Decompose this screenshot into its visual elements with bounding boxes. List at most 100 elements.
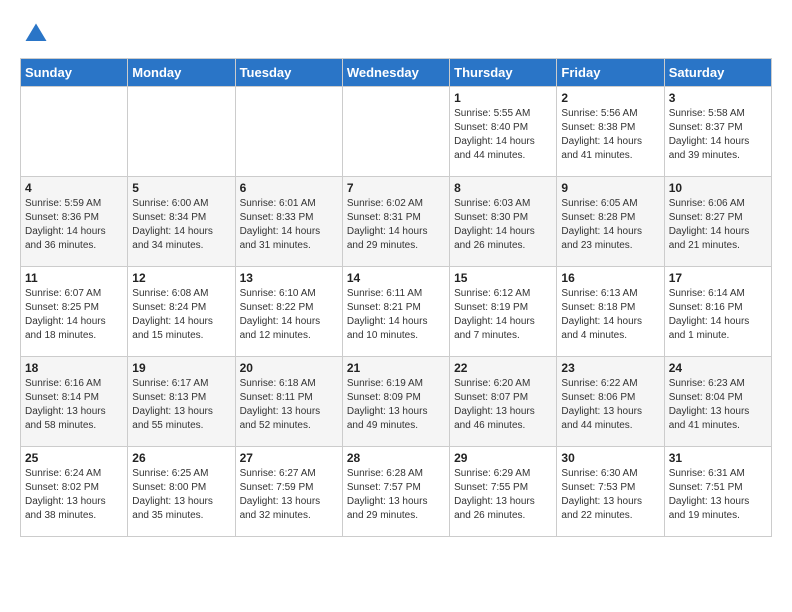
day-info: Sunrise: 6:03 AM Sunset: 8:30 PM Dayligh… bbox=[454, 197, 552, 253]
calendar-cell bbox=[21, 87, 128, 177]
day-info: Sunrise: 5:56 AM Sunset: 8:38 PM Dayligh… bbox=[561, 107, 659, 163]
calendar-cell: 22 Sunrise: 6:20 AM Sunset: 8:07 PM Dayli… bbox=[450, 357, 557, 447]
calendar-cell: 7Sunrise: 6:02 AM Sunset: 8:31 PM Daylig… bbox=[342, 177, 449, 267]
day-info: Sunrise: 5:58 AM Sunset: 8:37 PM Dayligh… bbox=[669, 107, 767, 163]
day-number: 18 bbox=[25, 361, 123, 375]
day-info: Sunrise: 6:12 AM Sunset: 8:19 PM Dayligh… bbox=[454, 287, 552, 343]
calendar-cell: 17 Sunrise: 6:14 AM Sunset: 8:16 PM Dayli… bbox=[664, 267, 771, 357]
page-header bbox=[20, 20, 772, 48]
calendar-cell: 1 Sunrise: 5:55 AM Sunset: 8:40 PM Daylig… bbox=[450, 87, 557, 177]
day-info: Sunrise: 6:30 AM Sunset: 7:53 PM Dayligh… bbox=[561, 467, 659, 523]
day-info: Sunrise: 6:10 AM Sunset: 8:22 PM Dayligh… bbox=[240, 287, 338, 343]
day-info: Sunrise: 6:07 AM Sunset: 8:25 PM Dayligh… bbox=[25, 287, 123, 343]
weekday-header-thursday: Thursday bbox=[450, 59, 557, 87]
day-number: 7 bbox=[347, 181, 445, 195]
day-info: Sunrise: 6:05 AM Sunset: 8:28 PM Dayligh… bbox=[561, 197, 659, 253]
calendar-cell: 2 Sunrise: 5:56 AM Sunset: 8:38 PM Daylig… bbox=[557, 87, 664, 177]
day-number: 20 bbox=[240, 361, 338, 375]
day-info: Sunrise: 6:27 AM Sunset: 7:59 PM Dayligh… bbox=[240, 467, 338, 523]
day-number: 17 bbox=[669, 271, 767, 285]
day-number: 2 bbox=[561, 91, 659, 105]
logo bbox=[20, 20, 50, 48]
weekday-header-saturday: Saturday bbox=[664, 59, 771, 87]
day-number: 1 bbox=[454, 91, 552, 105]
calendar-cell: 8Sunrise: 6:03 AM Sunset: 8:30 PM Daylig… bbox=[450, 177, 557, 267]
calendar-cell: 16Sunrise: 6:13 AM Sunset: 8:18 PM Dayli… bbox=[557, 267, 664, 357]
calendar-cell: 10 Sunrise: 6:06 AM Sunset: 8:27 PM Dayli… bbox=[664, 177, 771, 267]
day-info: Sunrise: 6:00 AM Sunset: 8:34 PM Dayligh… bbox=[132, 197, 230, 253]
day-info: Sunrise: 6:01 AM Sunset: 8:33 PM Dayligh… bbox=[240, 197, 338, 253]
day-number: 19 bbox=[132, 361, 230, 375]
day-number: 10 bbox=[669, 181, 767, 195]
day-info: Sunrise: 6:31 AM Sunset: 7:51 PM Dayligh… bbox=[669, 467, 767, 523]
day-number: 15 bbox=[454, 271, 552, 285]
day-info: Sunrise: 5:55 AM Sunset: 8:40 PM Dayligh… bbox=[454, 107, 552, 163]
day-number: 22 bbox=[454, 361, 552, 375]
calendar-table: SundayMondayTuesdayWednesdayThursdayFrid… bbox=[20, 58, 772, 537]
weekday-header-monday: Monday bbox=[128, 59, 235, 87]
day-info: Sunrise: 6:11 AM Sunset: 8:21 PM Dayligh… bbox=[347, 287, 445, 343]
weekday-header-sunday: Sunday bbox=[21, 59, 128, 87]
day-info: Sunrise: 6:25 AM Sunset: 8:00 PM Dayligh… bbox=[132, 467, 230, 523]
calendar-cell: 6 Sunrise: 6:01 AM Sunset: 8:33 PM Daylig… bbox=[235, 177, 342, 267]
day-number: 27 bbox=[240, 451, 338, 465]
day-number: 28 bbox=[347, 451, 445, 465]
calendar-cell bbox=[128, 87, 235, 177]
day-number: 26 bbox=[132, 451, 230, 465]
day-number: 31 bbox=[669, 451, 767, 465]
weekday-header-row: SundayMondayTuesdayWednesdayThursdayFrid… bbox=[21, 59, 772, 87]
day-number: 25 bbox=[25, 451, 123, 465]
calendar-cell: 5Sunrise: 6:00 AM Sunset: 8:34 PM Daylig… bbox=[128, 177, 235, 267]
calendar-cell bbox=[342, 87, 449, 177]
day-info: Sunrise: 6:28 AM Sunset: 7:57 PM Dayligh… bbox=[347, 467, 445, 523]
day-number: 14 bbox=[347, 271, 445, 285]
day-info: Sunrise: 6:16 AM Sunset: 8:14 PM Dayligh… bbox=[25, 377, 123, 433]
calendar-cell: 25 Sunrise: 6:24 AM Sunset: 8:02 PM Dayli… bbox=[21, 447, 128, 537]
calendar-cell: 3 Sunrise: 5:58 AM Sunset: 8:37 PM Daylig… bbox=[664, 87, 771, 177]
calendar-cell: 11Sunrise: 6:07 AM Sunset: 8:25 PM Dayli… bbox=[21, 267, 128, 357]
calendar-week-3: 11Sunrise: 6:07 AM Sunset: 8:25 PM Dayli… bbox=[21, 267, 772, 357]
weekday-header-friday: Friday bbox=[557, 59, 664, 87]
calendar-cell bbox=[235, 87, 342, 177]
calendar-cell: 19 Sunrise: 6:17 AM Sunset: 8:13 PM Dayli… bbox=[128, 357, 235, 447]
calendar-week-1: 1 Sunrise: 5:55 AM Sunset: 8:40 PM Daylig… bbox=[21, 87, 772, 177]
day-info: Sunrise: 6:18 AM Sunset: 8:11 PM Dayligh… bbox=[240, 377, 338, 433]
day-info: Sunrise: 6:19 AM Sunset: 8:09 PM Dayligh… bbox=[347, 377, 445, 433]
day-info: Sunrise: 6:14 AM Sunset: 8:16 PM Dayligh… bbox=[669, 287, 767, 343]
calendar-cell: 26 Sunrise: 6:25 AM Sunset: 8:00 PM Dayli… bbox=[128, 447, 235, 537]
day-info: Sunrise: 6:23 AM Sunset: 8:04 PM Dayligh… bbox=[669, 377, 767, 433]
calendar-cell: 4Sunrise: 5:59 AM Sunset: 8:36 PM Daylig… bbox=[21, 177, 128, 267]
day-number: 13 bbox=[240, 271, 338, 285]
calendar-cell: 30Sunrise: 6:30 AM Sunset: 7:53 PM Dayli… bbox=[557, 447, 664, 537]
day-info: Sunrise: 6:24 AM Sunset: 8:02 PM Dayligh… bbox=[25, 467, 123, 523]
calendar-week-5: 25 Sunrise: 6:24 AM Sunset: 8:02 PM Dayli… bbox=[21, 447, 772, 537]
calendar-cell: 18 Sunrise: 6:16 AM Sunset: 8:14 PM Dayli… bbox=[21, 357, 128, 447]
day-number: 21 bbox=[347, 361, 445, 375]
day-number: 4 bbox=[25, 181, 123, 195]
calendar-cell: 31 Sunrise: 6:31 AM Sunset: 7:51 PM Dayli… bbox=[664, 447, 771, 537]
calendar-body: 1 Sunrise: 5:55 AM Sunset: 8:40 PM Daylig… bbox=[21, 87, 772, 537]
calendar-cell: 29 Sunrise: 6:29 AM Sunset: 7:55 PM Dayli… bbox=[450, 447, 557, 537]
calendar-cell: 23Sunrise: 6:22 AM Sunset: 8:06 PM Dayli… bbox=[557, 357, 664, 447]
day-info: Sunrise: 6:06 AM Sunset: 8:27 PM Dayligh… bbox=[669, 197, 767, 253]
day-number: 3 bbox=[669, 91, 767, 105]
day-number: 24 bbox=[669, 361, 767, 375]
calendar-cell: 9 Sunrise: 6:05 AM Sunset: 8:28 PM Daylig… bbox=[557, 177, 664, 267]
day-number: 9 bbox=[561, 181, 659, 195]
weekday-header-wednesday: Wednesday bbox=[342, 59, 449, 87]
day-info: Sunrise: 6:13 AM Sunset: 8:18 PM Dayligh… bbox=[561, 287, 659, 343]
calendar-cell: 20 Sunrise: 6:18 AM Sunset: 8:11 PM Dayli… bbox=[235, 357, 342, 447]
calendar-cell: 27 Sunrise: 6:27 AM Sunset: 7:59 PM Dayli… bbox=[235, 447, 342, 537]
day-info: Sunrise: 6:20 AM Sunset: 8:07 PM Dayligh… bbox=[454, 377, 552, 433]
day-number: 12 bbox=[132, 271, 230, 285]
day-info: Sunrise: 6:29 AM Sunset: 7:55 PM Dayligh… bbox=[454, 467, 552, 523]
day-number: 29 bbox=[454, 451, 552, 465]
day-info: Sunrise: 6:17 AM Sunset: 8:13 PM Dayligh… bbox=[132, 377, 230, 433]
calendar-week-4: 18 Sunrise: 6:16 AM Sunset: 8:14 PM Dayli… bbox=[21, 357, 772, 447]
calendar-cell: 14 Sunrise: 6:11 AM Sunset: 8:21 PM Dayli… bbox=[342, 267, 449, 357]
weekday-header-tuesday: Tuesday bbox=[235, 59, 342, 87]
day-number: 6 bbox=[240, 181, 338, 195]
calendar-cell: 13 Sunrise: 6:10 AM Sunset: 8:22 PM Dayli… bbox=[235, 267, 342, 357]
calendar-cell: 21 Sunrise: 6:19 AM Sunset: 8:09 PM Dayli… bbox=[342, 357, 449, 447]
calendar-cell: 12Sunrise: 6:08 AM Sunset: 8:24 PM Dayli… bbox=[128, 267, 235, 357]
